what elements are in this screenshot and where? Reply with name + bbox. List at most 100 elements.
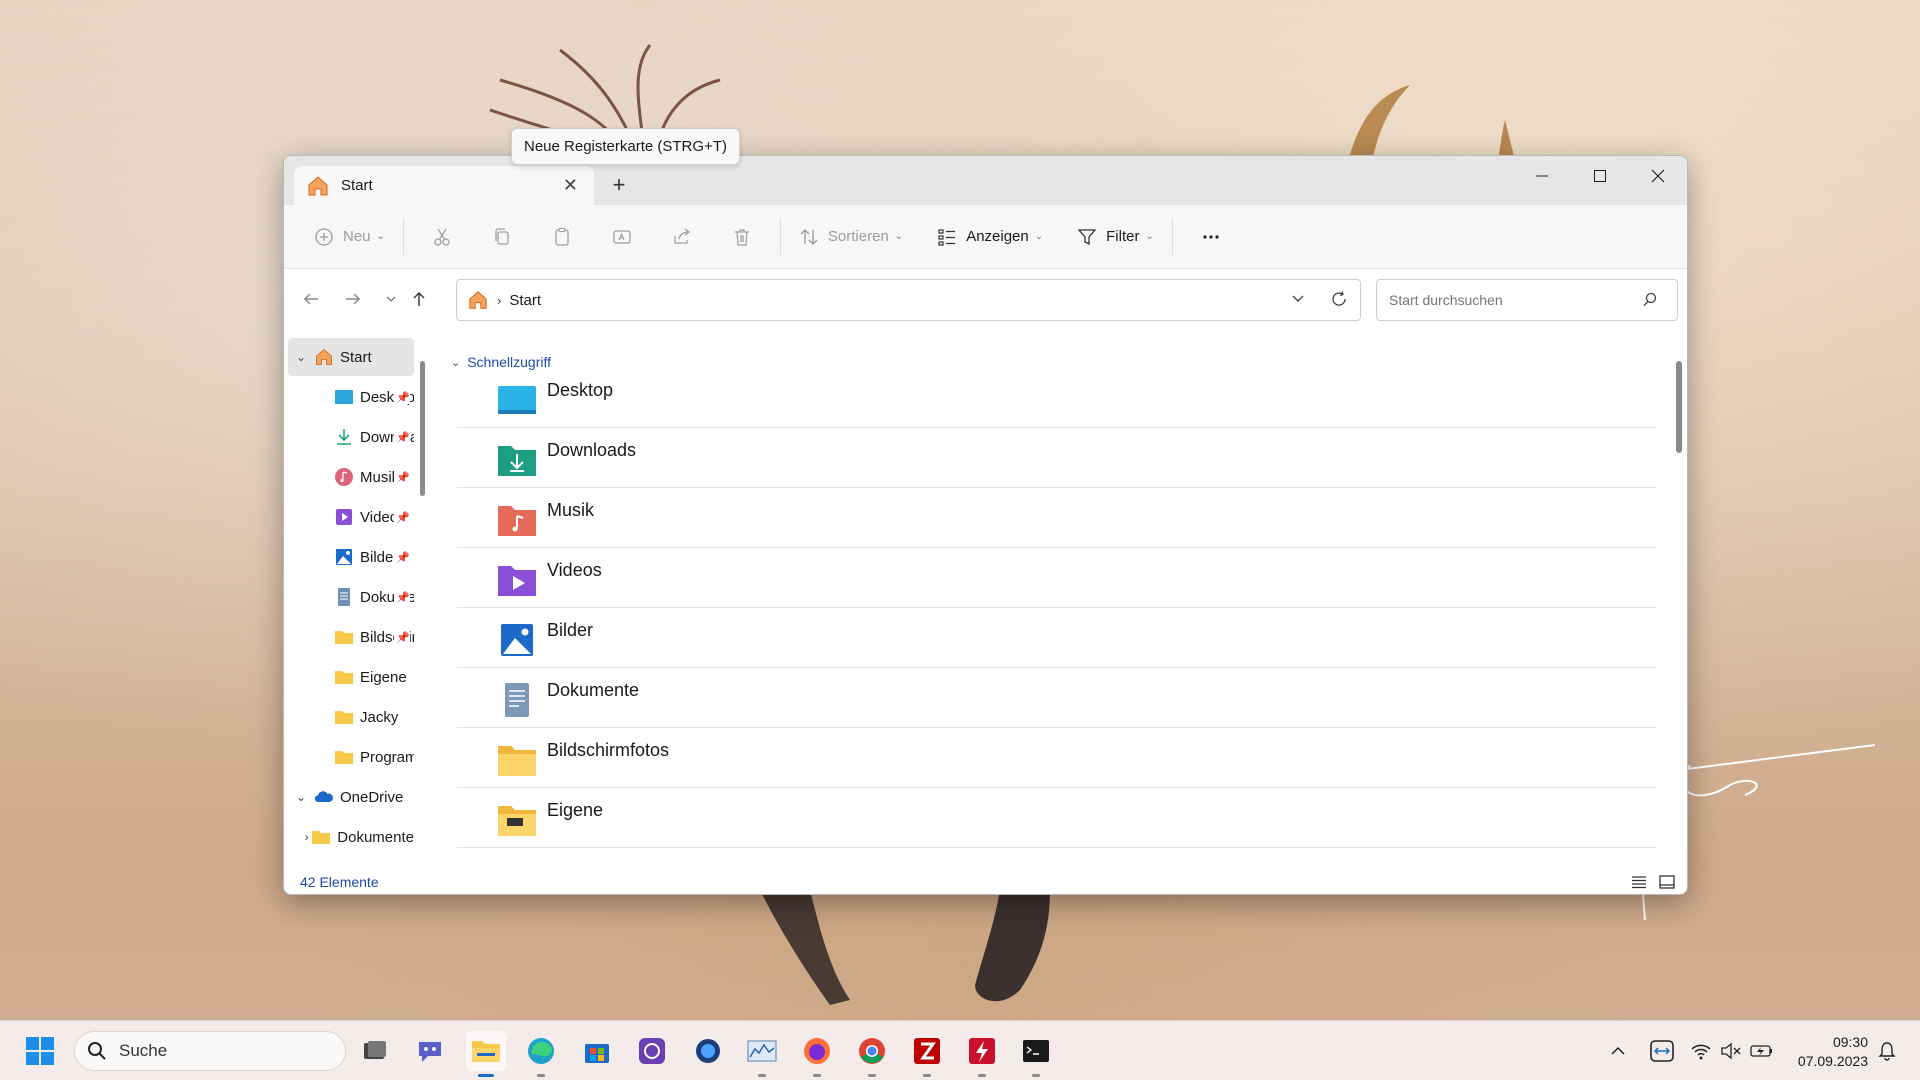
recent-locations-button[interactable]: [376, 287, 406, 311]
sidebar-item-onedrive-dokumente[interactable]: › Dokumente: [288, 818, 414, 856]
sidebar-item-documents[interactable]: Dokumente 📌: [288, 578, 414, 616]
forward-button[interactable]: [338, 287, 368, 311]
sidebar-item-jacky[interactable]: Jacky: [288, 698, 414, 736]
list-item-music[interactable]: Musik: [457, 488, 1657, 548]
wallpaper-legs: [760, 890, 1050, 1005]
list-item-desktop[interactable]: Desktop: [457, 368, 1657, 428]
home-icon: [308, 175, 328, 195]
edge-button[interactable]: [521, 1031, 561, 1077]
sidebar-item-downloads[interactable]: Downloads 📌: [288, 418, 414, 456]
cut-button[interactable]: [412, 217, 472, 257]
list-item-videos[interactable]: Videos: [457, 548, 1657, 608]
taskbar-search[interactable]: Suche: [74, 1031, 346, 1071]
filter-button[interactable]: Filter ⌄: [1067, 217, 1164, 257]
share-button[interactable]: [652, 217, 712, 257]
new-tab-button[interactable]: +: [600, 168, 638, 202]
monitor-app-button[interactable]: [742, 1031, 782, 1077]
list-item-screenshots[interactable]: Bildschirmfotos: [457, 728, 1657, 788]
maximize-button[interactable]: [1571, 156, 1629, 196]
minimize-button[interactable]: [1513, 156, 1571, 196]
wifi-icon[interactable]: [1690, 1042, 1712, 1060]
address-bar[interactable]: › Start: [456, 279, 1361, 321]
running-indicator: [978, 1074, 986, 1077]
breadcrumb-start[interactable]: Start: [509, 292, 541, 309]
clock[interactable]: 09:30 07.09.2023: [1788, 1033, 1868, 1071]
delete-button[interactable]: [712, 217, 772, 257]
chevron-down-icon: ⌄: [1034, 231, 1044, 242]
windows-logo-icon: [26, 1037, 54, 1065]
sidebar-item-label: Jacky: [360, 708, 399, 726]
close-tab-icon[interactable]: ✕: [563, 175, 578, 196]
filezilla-button[interactable]: [907, 1031, 947, 1077]
teams-chat-button[interactable]: [410, 1031, 450, 1071]
battery-charging-icon[interactable]: [1750, 1043, 1774, 1059]
list-item-pictures[interactable]: Bilder: [457, 608, 1657, 668]
paste-button[interactable]: [532, 217, 592, 257]
up-button[interactable]: [404, 287, 434, 311]
chart-monitor-icon: [747, 1040, 777, 1062]
sidebar-item-pictures[interactable]: Bilder 📌: [288, 538, 414, 576]
chevron-down-icon[interactable]: ⌄: [288, 790, 314, 804]
store-button[interactable]: [577, 1031, 617, 1071]
file-explorer-taskbar-button[interactable]: [466, 1031, 506, 1077]
rename-button[interactable]: [592, 217, 652, 257]
notification-bell-icon[interactable]: [1878, 1041, 1896, 1061]
clock-time: 09:30: [1832, 1034, 1868, 1050]
pin-icon: 📌: [394, 390, 410, 404]
details-view-icon[interactable]: [1631, 875, 1647, 889]
list-item-documents[interactable]: Dokumente: [457, 668, 1657, 728]
search-input[interactable]: [1376, 279, 1678, 321]
chevron-down-icon: ⌄: [451, 356, 461, 369]
sidebar-item-desktop[interactable]: Desktop 📌: [288, 378, 414, 416]
address-dropdown-button[interactable]: [1290, 290, 1306, 311]
bolt-app-button[interactable]: [962, 1031, 1002, 1077]
sidebar-item-onedrive[interactable]: ⌄ OneDrive: [288, 778, 414, 816]
app-button-purple[interactable]: [632, 1031, 672, 1071]
videos-folder-icon: [498, 566, 536, 596]
sidebar-item-label: Dokumente: [337, 828, 414, 846]
arrow-left-icon: [304, 293, 318, 305]
tab-start[interactable]: Start ✕: [294, 166, 594, 205]
firefox-button[interactable]: [797, 1031, 837, 1077]
tiles-view-icon[interactable]: [1659, 875, 1675, 889]
content-scrollbar[interactable]: [1676, 361, 1682, 453]
chevron-up-icon[interactable]: [1610, 1045, 1626, 1057]
navigation-pane: ⌄ Start Desktop 📌 Downloads 📌 Musik 📌 Vi…: [284, 336, 414, 866]
sidebar-item-programme[interactable]: Programme: [288, 738, 414, 776]
sidebar-item-music[interactable]: Musik 📌: [288, 458, 414, 496]
close-window-button[interactable]: [1629, 156, 1687, 196]
refresh-button[interactable]: [1330, 290, 1348, 313]
running-indicator: [537, 1074, 545, 1077]
volume-muted-icon[interactable]: [1720, 1042, 1742, 1060]
running-indicator: [758, 1074, 766, 1077]
sidebar-scrollbar[interactable]: [420, 361, 425, 496]
new-button[interactable]: Neu ⌄: [304, 217, 395, 257]
list-item-downloads[interactable]: Downloads: [457, 428, 1657, 488]
task-view-button[interactable]: [355, 1031, 395, 1071]
sidebar-item-screenshots[interactable]: Bildschirmfotos 📌: [288, 618, 414, 656]
back-button[interactable]: [296, 287, 326, 311]
chevron-right-icon[interactable]: ›: [302, 830, 311, 844]
terminal-button[interactable]: [1016, 1031, 1056, 1077]
running-indicator: [813, 1074, 821, 1077]
refresh-icon: [1332, 291, 1346, 306]
edge-browser-icon: [528, 1038, 554, 1064]
search-icon[interactable]: [1642, 291, 1658, 307]
sort-button[interactable]: Sortieren ⌄: [789, 217, 913, 257]
search-icon: [88, 1042, 106, 1060]
view-button[interactable]: Anzeigen ⌄: [927, 217, 1053, 257]
more-options-button[interactable]: [1181, 217, 1241, 257]
filter-icon: [1077, 228, 1097, 245]
start-button[interactable]: [20, 1031, 60, 1071]
chevron-down-icon[interactable]: ⌄: [288, 350, 314, 364]
sidebar-item-videos[interactable]: Videos 📌: [288, 498, 414, 536]
sidebar-item-eigene[interactable]: Eigene: [288, 658, 414, 696]
app-button-orb[interactable]: [688, 1031, 728, 1071]
list-item-eigene[interactable]: Eigene: [457, 788, 1657, 848]
teamviewer-icon[interactable]: [1650, 1040, 1674, 1062]
sidebar-item-label: Start: [340, 348, 372, 366]
chrome-button[interactable]: [852, 1031, 892, 1077]
copy-button[interactable]: [472, 217, 532, 257]
folder-icon: [335, 711, 353, 724]
sidebar-item-start[interactable]: ⌄ Start: [288, 338, 414, 376]
